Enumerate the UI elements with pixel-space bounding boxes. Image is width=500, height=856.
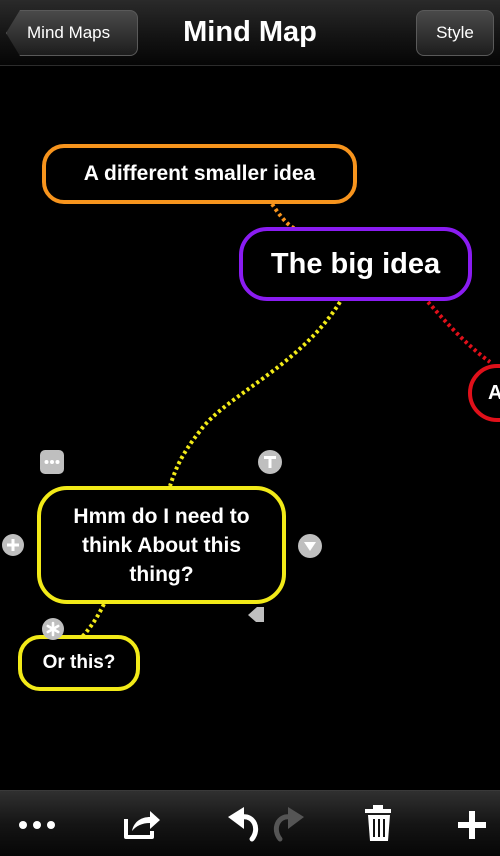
trash-icon[interactable] — [356, 801, 402, 847]
share-icon[interactable] — [118, 801, 164, 847]
navigation-bar: Mind Maps Mind Map Style — [0, 0, 500, 66]
collapse-icon[interactable] — [298, 534, 322, 558]
mind-map-canvas[interactable]: A different smaller idea The big idea A … — [0, 66, 500, 790]
redo-icon[interactable] — [266, 801, 312, 847]
resize-icon[interactable] — [246, 604, 266, 624]
text-icon[interactable] — [258, 450, 282, 474]
more-icon[interactable] — [40, 450, 64, 474]
node-or-this[interactable]: Or this? — [18, 635, 140, 691]
undo-icon[interactable] — [220, 801, 266, 847]
connector-yellow-small — [80, 603, 106, 639]
node-selected-thought[interactable]: Hmm do I need to think About this thing? — [37, 486, 286, 604]
add-icon[interactable] — [450, 801, 496, 847]
mind-map-screen: Mind Maps Mind Map Style A different sma… — [0, 0, 500, 856]
node-smaller-idea[interactable]: A different smaller idea — [42, 144, 357, 204]
node-big-idea[interactable]: The big idea — [239, 227, 472, 301]
connector-purple-yellow — [168, 300, 342, 487]
style-button[interactable]: Style — [416, 10, 494, 56]
attachment-icon[interactable] — [42, 618, 64, 640]
add-icon[interactable] — [2, 534, 24, 556]
bottom-toolbar — [0, 790, 500, 856]
connector-purple-red — [426, 300, 492, 364]
connector-orange-purple — [270, 202, 297, 231]
more-icon[interactable] — [14, 801, 60, 847]
